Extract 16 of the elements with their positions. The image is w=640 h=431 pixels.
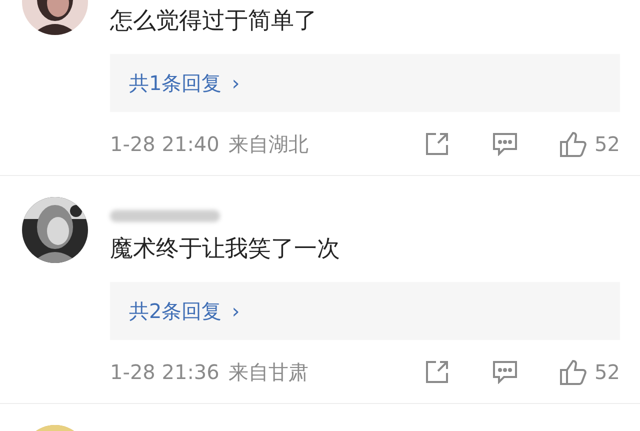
replies-link[interactable]: 共1条回复 › <box>110 54 620 112</box>
comment-icon[interactable] <box>492 132 518 156</box>
comment-time: 1-28 21:40 <box>110 132 220 156</box>
thumbs-up-icon[interactable] <box>558 130 587 158</box>
comment-text: 怎么觉得过于简单了 <box>110 7 318 36</box>
comment-location: 来自甘肃 <box>228 358 308 386</box>
like-count: 52 <box>594 132 620 156</box>
comment-icon[interactable] <box>492 360 518 384</box>
share-icon[interactable] <box>424 359 450 385</box>
share-icon[interactable] <box>424 131 450 157</box>
comment-text: 魔术终于让我笑了一次 <box>110 235 341 264</box>
like-count: 52 <box>594 360 620 384</box>
comment-time: 1-28 21:36 <box>110 360 220 384</box>
comment-location: 来自湖北 <box>228 130 308 158</box>
thumbs-up-icon[interactable] <box>558 358 587 386</box>
replies-link[interactable]: 共2条回复 › <box>110 282 620 340</box>
